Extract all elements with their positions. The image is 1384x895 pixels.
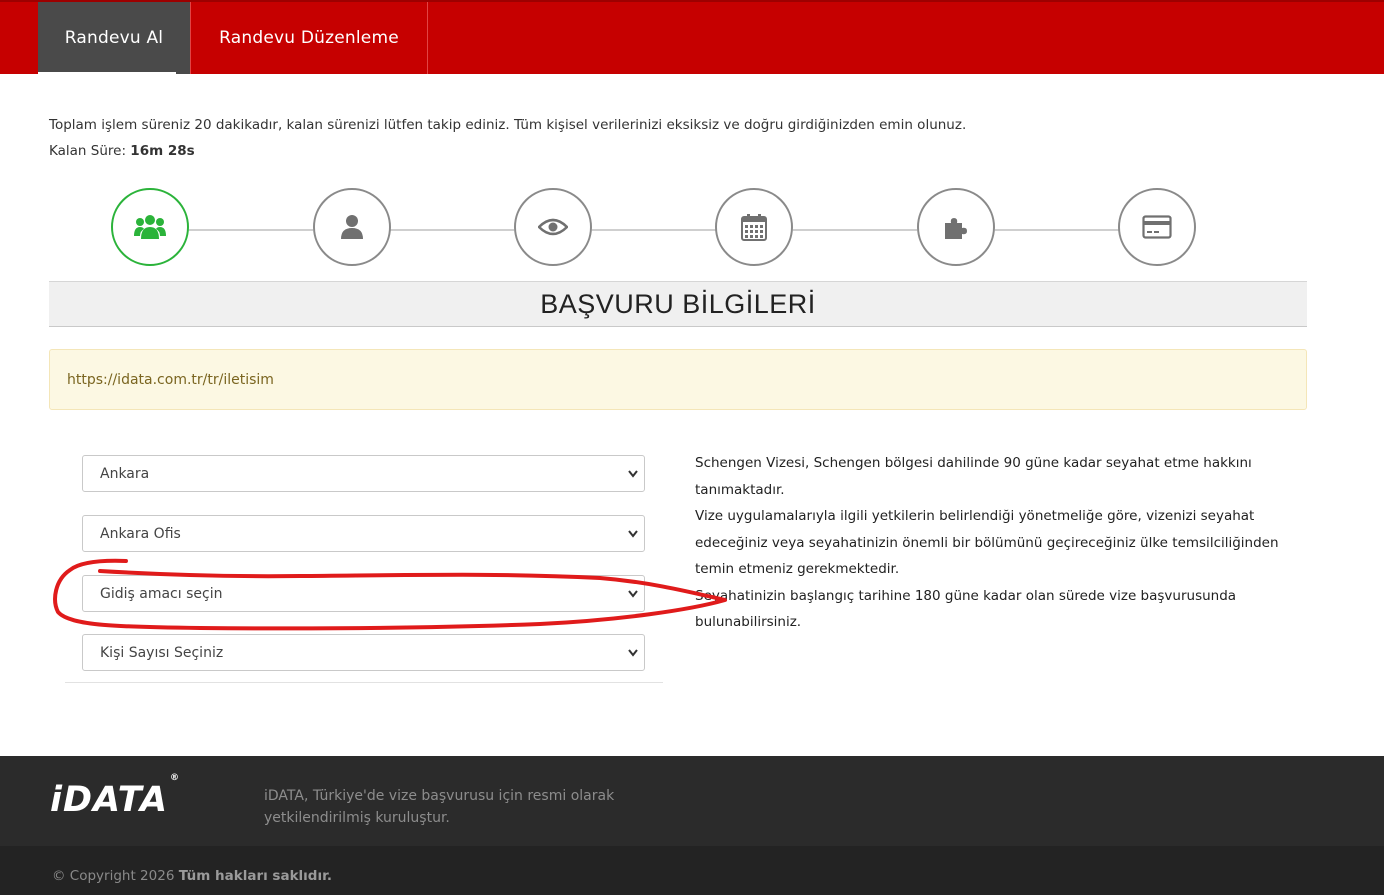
registered-mark: ® bbox=[170, 773, 181, 784]
nav-tab-randevu-duzenleme[interactable]: Randevu Düzenleme bbox=[190, 2, 428, 74]
travel-purpose-select-value: Gidiş amacı seçin bbox=[100, 585, 223, 602]
step-connector bbox=[793, 229, 917, 231]
remaining-time-label: Kalan Süre: bbox=[49, 143, 126, 159]
step-preview bbox=[514, 188, 592, 266]
logo-text: iDATA bbox=[50, 780, 169, 820]
step-connector bbox=[189, 229, 313, 231]
step-personal-info bbox=[313, 188, 391, 266]
chevron-down-icon bbox=[628, 590, 638, 598]
user-icon bbox=[341, 215, 363, 239]
step-connector bbox=[390, 229, 514, 231]
office-select[interactable]: Ankara Ofis bbox=[82, 515, 645, 552]
description-paragraph: Seyahatinizin başlangıç tarihine 180 gün… bbox=[695, 587, 1237, 631]
idata-logo: iDATA® bbox=[50, 773, 180, 820]
top-navbar: Randevu Al Randevu Düzenleme bbox=[0, 0, 1384, 74]
section-title: BAŞVURU BİLGİLERİ bbox=[49, 281, 1307, 327]
city-select[interactable]: Ankara bbox=[82, 455, 645, 492]
copyright: © Copyright 2026 Tüm hakları saklıdır. bbox=[52, 868, 332, 884]
step-date-select bbox=[715, 188, 793, 266]
step-payment bbox=[1118, 188, 1196, 266]
progress-steps bbox=[0, 188, 1384, 268]
remaining-time: Kalan Süre: 16m 28s bbox=[49, 143, 195, 159]
step-extra-services bbox=[917, 188, 995, 266]
duration-notice: Toplam işlem süreniz 20 dakikadır, kalan… bbox=[49, 117, 967, 133]
calendar-icon bbox=[741, 214, 767, 241]
copyright-prefix: © Copyright 2026 bbox=[52, 868, 175, 884]
description-paragraph: Vize uygulamalarıyla ilgili yetkilerin b… bbox=[695, 508, 1279, 577]
puzzle-icon bbox=[945, 218, 967, 239]
step-connector bbox=[592, 229, 716, 231]
chevron-down-icon bbox=[628, 530, 638, 538]
users-icon bbox=[134, 215, 166, 239]
chevron-down-icon bbox=[628, 649, 638, 657]
city-select-value: Ankara bbox=[100, 465, 150, 482]
travel-purpose-select[interactable]: Gidiş amacı seçin bbox=[82, 575, 645, 612]
chevron-down-icon bbox=[628, 470, 638, 478]
nav-tab-randevu-al[interactable]: Randevu Al bbox=[38, 2, 190, 74]
eye-icon bbox=[538, 218, 568, 236]
step-application-info bbox=[111, 188, 189, 266]
schengen-description: Schengen Vizesi, Schengen bölgesi dahili… bbox=[695, 450, 1295, 636]
people-count-select[interactable]: Kişi Sayısı Seçiniz bbox=[82, 634, 645, 671]
footer bbox=[0, 756, 1384, 846]
remaining-time-value: 16m 28s bbox=[130, 143, 195, 159]
description-paragraph: Schengen Vizesi, Schengen bölgesi dahili… bbox=[695, 455, 1252, 498]
credit-card-icon bbox=[1142, 215, 1172, 239]
step-connector bbox=[995, 229, 1119, 231]
office-select-value: Ankara Ofis bbox=[100, 525, 181, 542]
footer-description: iDATA, Türkiye'de vize başvurusu için re… bbox=[264, 788, 615, 826]
form-divider bbox=[65, 682, 663, 683]
people-count-select-value: Kişi Sayısı Seçiniz bbox=[100, 644, 224, 661]
contact-link[interactable]: https://idata.com.tr/tr/iletisim bbox=[67, 372, 274, 388]
copyright-rights: Tüm hakları saklıdır. bbox=[178, 868, 332, 884]
contact-alert: https://idata.com.tr/tr/iletisim bbox=[49, 349, 1307, 410]
